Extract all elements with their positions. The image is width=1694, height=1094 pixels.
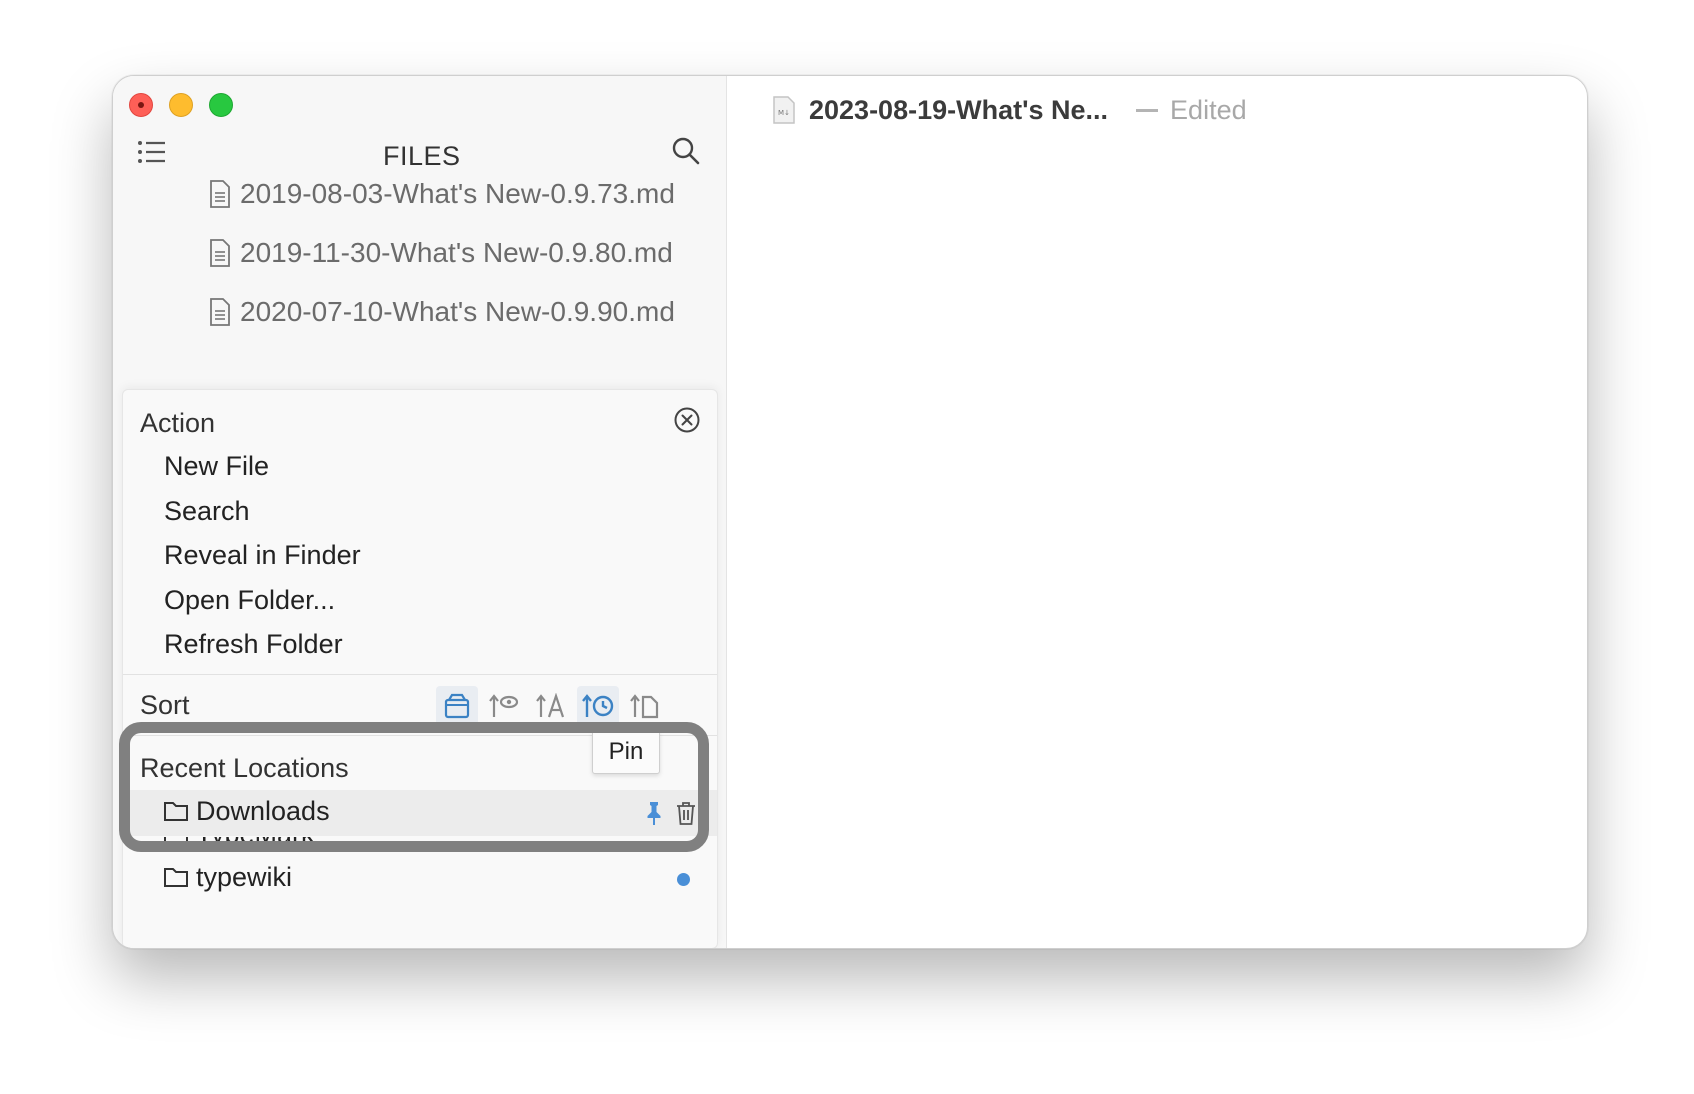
file-name: 2019-11-30-What's New-0.9.80.md	[240, 237, 673, 268]
document-icon	[210, 180, 230, 208]
edited-status: Edited	[1170, 94, 1247, 125]
markdown-file-icon: M↓	[773, 96, 795, 124]
sidebar: FILES 2019-08-03-What's New-0.9.73.md 20…	[113, 76, 727, 948]
divider	[123, 674, 717, 675]
minimize-window-button[interactable]	[169, 93, 193, 117]
editor-area[interactable]	[726, 136, 1587, 948]
recent-location-typemark[interactable]: TypeMark	[123, 837, 717, 857]
sort-alphabetical-icon[interactable]	[530, 686, 572, 726]
action-header: Action	[140, 408, 216, 438]
svg-text:M↓: M↓	[778, 109, 790, 117]
search-icon[interactable]	[671, 136, 701, 166]
outline-list-icon[interactable]	[137, 138, 167, 166]
file-list-item[interactable]: 2020-07-10-What's New-0.9.90.md	[208, 292, 675, 332]
menu-item-reveal-in-finder[interactable]: Reveal in Finder	[164, 540, 361, 571]
zoom-window-button[interactable]	[209, 93, 233, 117]
document-title: 2023-08-19-What's Ne...	[809, 94, 1109, 125]
location-name: Downloads	[196, 796, 330, 826]
close-panel-icon[interactable]	[673, 406, 701, 434]
document-icon	[210, 239, 230, 267]
app-window: FILES 2019-08-03-What's New-0.9.73.md 20…	[112, 75, 1588, 949]
menu-item-new-file[interactable]: New File	[164, 451, 269, 482]
menu-item-refresh-folder[interactable]: Refresh Folder	[164, 629, 343, 660]
menu-item-search[interactable]: Search	[164, 496, 250, 527]
location-name: TypeMark	[196, 837, 315, 850]
pin-icon[interactable]	[643, 800, 665, 826]
folder-icon	[164, 837, 188, 844]
file-name: 2020-07-10-What's New-0.9.90.md	[240, 296, 675, 327]
pin-tooltip: Pin	[592, 730, 660, 774]
location-name: typewiki	[196, 862, 293, 892]
document-icon	[210, 298, 230, 326]
sort-by-views-icon[interactable]	[483, 686, 525, 726]
sidebar-title: FILES	[383, 141, 461, 171]
sort-by-time-icon[interactable]	[577, 686, 619, 726]
file-list-item[interactable]: 2019-11-30-What's New-0.9.80.md	[208, 233, 673, 273]
action-panel: Action New File Search Reveal in Finder …	[119, 389, 718, 948]
trash-icon[interactable]	[675, 800, 697, 826]
close-window-button[interactable]	[129, 93, 153, 117]
recent-location-downloads[interactable]: Downloads	[123, 790, 717, 836]
recent-locations-header: Recent Locations	[140, 753, 349, 783]
current-location-indicator	[677, 873, 690, 886]
menu-item-open-folder[interactable]: Open Folder...	[164, 585, 335, 616]
file-list-item[interactable]: 2019-08-03-What's New-0.9.73.md	[208, 174, 675, 214]
title-separator	[1136, 108, 1159, 112]
folder-icon	[164, 868, 188, 887]
document-titlebar: M↓ 2023-08-19-What's Ne... Edited	[773, 88, 1247, 132]
folder-icon	[164, 802, 188, 821]
file-name: 2019-08-03-What's New-0.9.73.md	[240, 178, 675, 209]
sort-by-file-icon[interactable]	[624, 686, 666, 726]
package-icon[interactable]	[436, 686, 478, 726]
sort-label: Sort	[140, 690, 190, 720]
recent-location-typewiki[interactable]: typewiki	[123, 856, 717, 902]
